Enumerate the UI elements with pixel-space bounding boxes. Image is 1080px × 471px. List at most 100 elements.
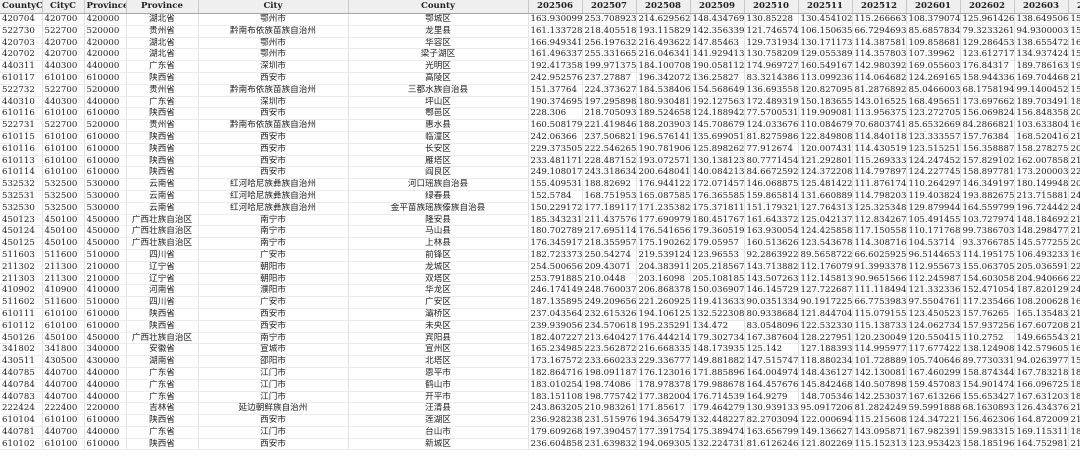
table-cell[interactable]: 雁塔区	[348, 155, 529, 168]
table-cell[interactable]: 610100	[42, 166, 85, 180]
table-cell[interactable]: 138.124908	[960, 343, 1015, 357]
column-header[interactable]: 202506	[528, 0, 583, 14]
table-cell[interactable]: 610115	[0, 131, 43, 144]
table-cell[interactable]: 167.387604	[744, 332, 799, 345]
table-cell[interactable]: 171.85617	[636, 402, 691, 416]
table-cell[interactable]: 610113	[0, 155, 43, 168]
table-cell[interactable]: 198.74086	[582, 379, 637, 392]
table-cell[interactable]: 绿春县	[348, 190, 529, 203]
table-cell[interactable]: 惠水县	[348, 119, 529, 132]
table-cell[interactable]: 114.798203	[852, 190, 907, 203]
table-cell[interactable]: 188.82692	[582, 178, 637, 191]
table-cell[interactable]: 90.1917225	[798, 296, 853, 309]
table-cell[interactable]: 169.704468	[1014, 72, 1069, 85]
table-cell[interactable]: 184.538406	[636, 84, 691, 97]
table-cell[interactable]: 205.036591	[1014, 261, 1069, 274]
table-cell[interactable]: 168.520416	[1014, 131, 1069, 144]
table-cell[interactable]: 辽宁省	[126, 273, 199, 286]
table-cell[interactable]: 440700	[42, 367, 85, 380]
column-header[interactable]: 202510	[744, 0, 799, 14]
table-cell[interactable]: 陕西省	[126, 131, 199, 144]
table-cell[interactable]: 164.824799	[1068, 296, 1080, 309]
table-cell[interactable]: 176.365585	[690, 190, 745, 203]
table-cell[interactable]: 430000	[84, 355, 127, 368]
table-cell[interactable]: 224.373627	[582, 84, 637, 97]
table-cell[interactable]: 138.655472	[1014, 37, 1069, 50]
table-cell[interactable]: 113.099236	[798, 72, 853, 85]
table-cell[interactable]: 广东省	[126, 426, 199, 439]
table-cell[interactable]: 107.39962	[906, 48, 961, 62]
table-cell[interactable]: 522700	[42, 119, 85, 132]
table-cell[interactable]: 440000	[84, 379, 127, 392]
table-cell[interactable]: 91.3993378	[852, 261, 907, 274]
table-cell[interactable]: 83.3214386	[744, 72, 799, 85]
table-cell[interactable]: 安徽省	[126, 343, 199, 357]
table-cell[interactable]: 96.5144653	[906, 249, 961, 262]
table-cell[interactable]: 147.515747	[744, 355, 799, 368]
table-cell[interactable]: 532500	[42, 178, 85, 191]
table-cell[interactable]: 204.284119	[1068, 107, 1080, 121]
table-cell[interactable]: 242.06366	[528, 131, 583, 144]
table-cell[interactable]: 440783	[0, 391, 43, 404]
table-cell[interactable]: 162.559937	[1068, 249, 1080, 262]
table-cell[interactable]: 贵州省	[126, 84, 199, 97]
table-cell[interactable]: 81.8275986	[744, 131, 799, 144]
table-cell[interactable]: 176.944122	[636, 178, 691, 191]
table-cell[interactable]: 66.7753983	[852, 296, 907, 309]
table-cell[interactable]: 121.292801	[798, 155, 853, 168]
table-cell[interactable]: 156.358887	[960, 143, 1015, 156]
column-header[interactable]: 202509	[690, 0, 745, 14]
table-cell[interactable]: 222.113342	[1068, 166, 1080, 180]
table-cell[interactable]: 187.135895	[528, 296, 583, 309]
table-cell[interactable]: 196.576141	[636, 131, 691, 144]
column-header[interactable]: 202601	[906, 0, 961, 14]
table-cell[interactable]: 94.0263977	[1014, 355, 1069, 368]
table-cell[interactable]: 147.85463	[690, 37, 745, 50]
table-cell[interactable]: 阎良区	[348, 166, 529, 180]
table-cell[interactable]: 194.106125	[636, 308, 691, 321]
table-cell[interactable]: 218.169802	[1068, 72, 1080, 85]
table-cell[interactable]: 深圳市	[198, 96, 349, 109]
table-cell[interactable]: 212.059082	[1068, 214, 1080, 227]
table-cell[interactable]: 232.615326	[582, 308, 637, 321]
table-cell[interactable]: 520000	[84, 119, 127, 132]
table-cell[interactable]: 211.437576	[582, 214, 637, 227]
table-cell[interactable]: 西安市	[198, 72, 349, 85]
table-cell[interactable]: 532530	[0, 202, 43, 215]
table-cell[interactable]: 146.068875	[744, 178, 799, 191]
table-cell[interactable]: 205.62326	[1068, 143, 1080, 156]
table-cell[interactable]: 湖北省	[126, 37, 199, 50]
table-cell[interactable]: 94.9300003	[1014, 25, 1069, 38]
table-cell[interactable]: 121.844704	[798, 308, 853, 321]
table-cell[interactable]: 180.451767	[690, 214, 745, 227]
table-cell[interactable]: 125.142	[744, 343, 799, 357]
table-cell[interactable]: 192.417358	[528, 60, 583, 73]
table-cell[interactable]: 179.609268	[528, 426, 583, 439]
table-cell[interactable]: 189.871567	[1068, 96, 1080, 109]
table-cell[interactable]: 148.173935	[690, 343, 745, 357]
table-cell[interactable]: 辽宁省	[126, 261, 199, 274]
table-cell[interactable]: 124.269165	[906, 72, 961, 85]
table-cell[interactable]: 166.949341	[528, 37, 583, 50]
table-cell[interactable]: 123.543678	[798, 237, 853, 250]
table-cell[interactable]: 214.604034	[1068, 438, 1080, 451]
table-cell[interactable]: 522700	[42, 84, 85, 97]
table-cell[interactable]: 183.151108	[528, 391, 583, 404]
table-cell[interactable]: 110.171768	[906, 225, 961, 239]
table-cell[interactable]: 146.145729	[744, 284, 799, 298]
table-cell[interactable]: 150.087296	[1068, 355, 1080, 368]
table-cell[interactable]: 218.405518	[582, 25, 637, 38]
table-cell[interactable]: 210000	[84, 261, 127, 274]
table-cell[interactable]: 156.069824	[960, 107, 1015, 121]
table-cell[interactable]: 119.909081	[798, 107, 853, 121]
table-cell[interactable]: 209.43071	[582, 261, 637, 274]
table-cell[interactable]: 云南省	[126, 202, 199, 215]
table-cell[interactable]: 81.2824249	[852, 402, 907, 416]
table-cell[interactable]: 120.230049	[852, 332, 907, 345]
table-cell[interactable]: 255.331665	[582, 48, 637, 62]
table-cell[interactable]: 450100	[42, 332, 85, 345]
table-cell[interactable]: 66.6025925	[852, 249, 907, 262]
table-cell[interactable]: 213.53981	[1068, 308, 1080, 321]
table-cell[interactable]: 华容区	[348, 37, 529, 50]
table-cell[interactable]: 坪山区	[348, 96, 529, 109]
